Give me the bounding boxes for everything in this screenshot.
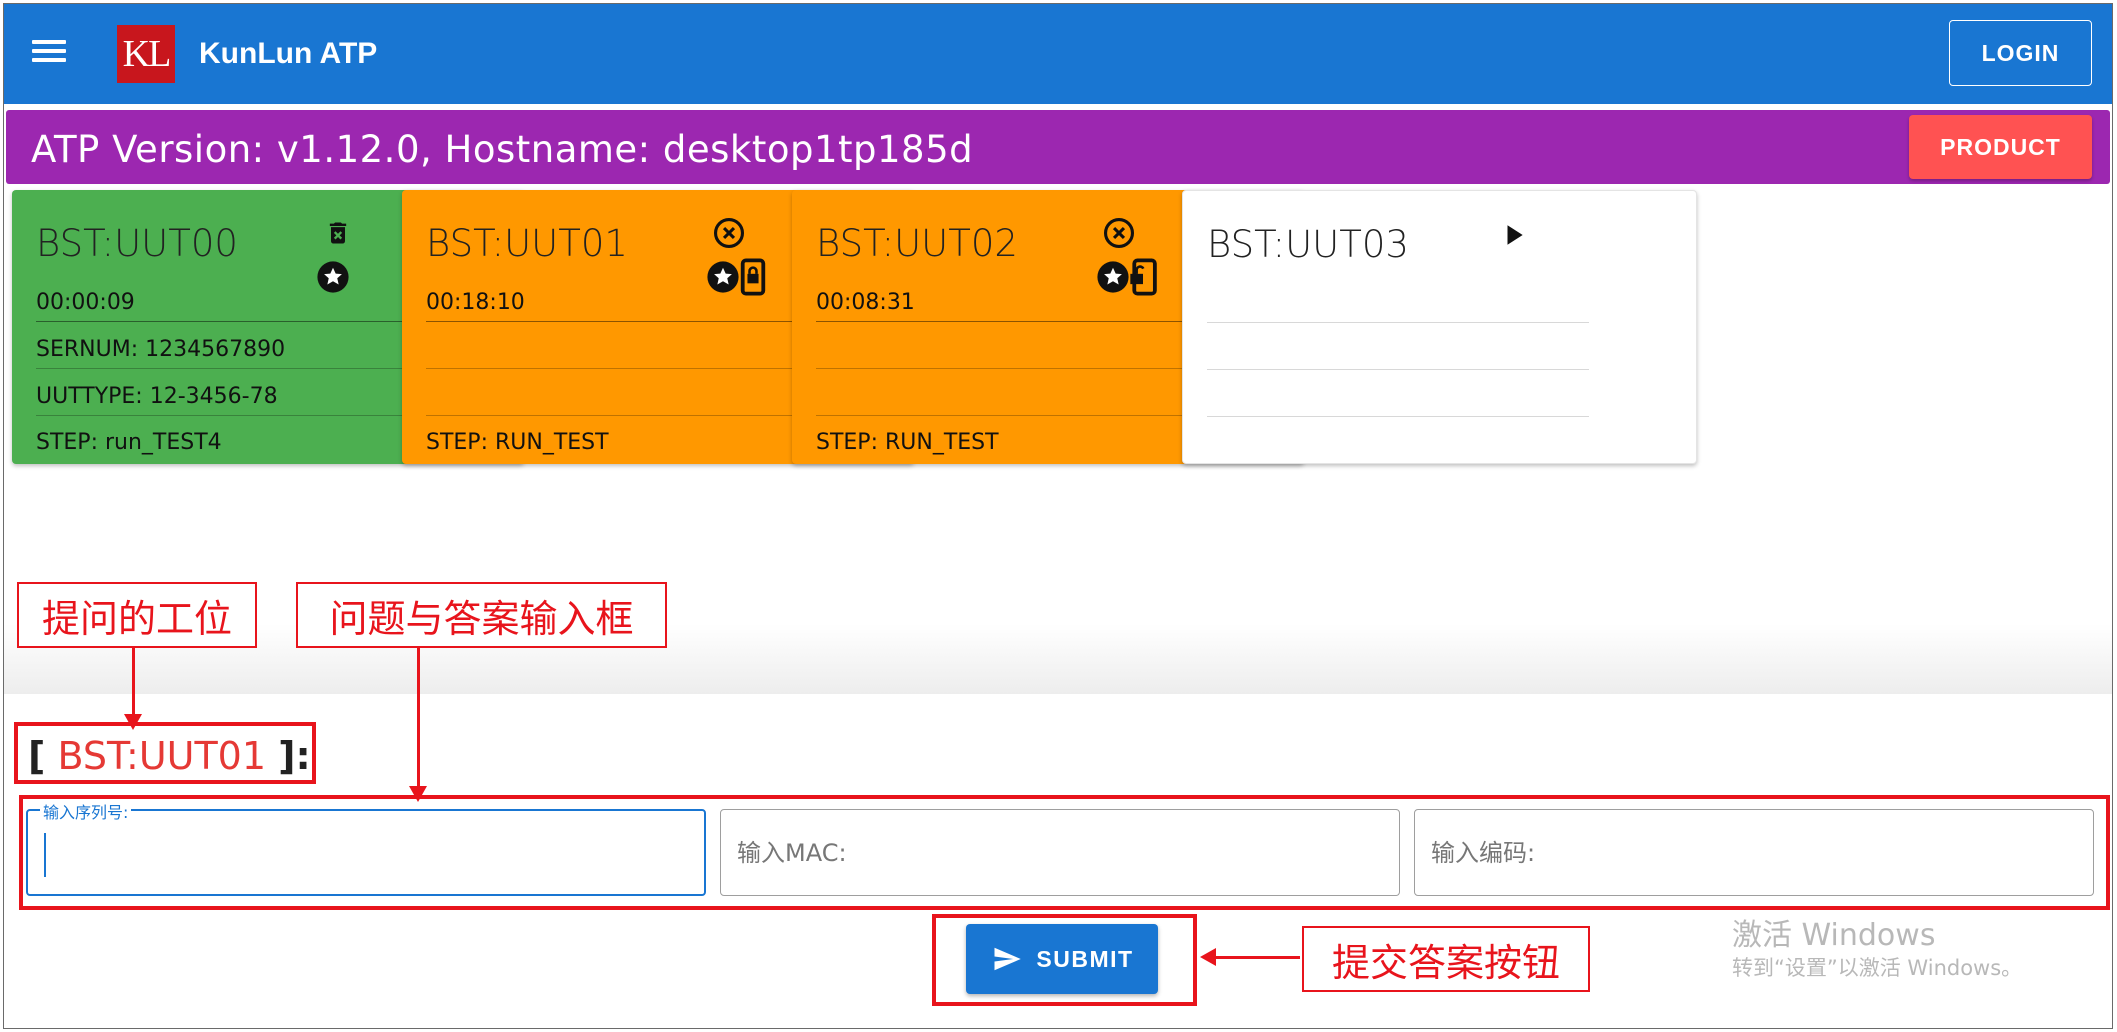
- station-step: STEP: run_TEST4: [36, 430, 222, 455]
- cancel-icon[interactable]: [1102, 216, 1136, 250]
- station-serial-number: SERNUM: 1234567890: [36, 328, 418, 369]
- play-icon[interactable]: [1501, 221, 1527, 249]
- cancel-icon[interactable]: [712, 216, 746, 250]
- station-serial-number: [1207, 329, 1589, 370]
- station-serial-number: [816, 328, 1198, 369]
- annotation-arrow: [124, 648, 142, 730]
- version-hostname-text: ATP Version: v1.12.0, Hostname: desktop1…: [31, 128, 974, 171]
- station-title: BST:UUT01: [426, 222, 628, 265]
- bracket-close: ]:: [278, 734, 311, 778]
- station-step: STEP: RUN_TEST: [426, 430, 609, 455]
- code-field[interactable]: [1414, 809, 2094, 896]
- app-title: KunLun ATP: [199, 37, 378, 70]
- bracket-open: [: [28, 734, 46, 778]
- mac-input[interactable]: [737, 828, 1377, 878]
- annotation-station: 提问的工位: [17, 582, 257, 648]
- annotation-arrow: [409, 648, 427, 802]
- version-bar: ATP Version: v1.12.0, Hostname: desktop1…: [6, 110, 2110, 184]
- question-station: BST:UUT01: [57, 734, 267, 778]
- station-elapsed-time: 00:08:31: [816, 281, 1198, 322]
- station-uut-type: [1207, 376, 1589, 417]
- station-elapsed-time: 00:18:10: [426, 281, 808, 322]
- activation-watermark-title: 激活 Windows: [1732, 918, 1936, 953]
- app-logo: KL: [117, 25, 175, 83]
- top-app-bar: KL KunLun ATP LOGIN: [4, 4, 2112, 104]
- app-window: KL KunLun ATP LOGIN ATP Version: v1.12.0…: [3, 3, 2113, 1029]
- code-input[interactable]: [1431, 828, 2071, 878]
- annotation-submit: 提交答案按钮: [1302, 926, 1590, 992]
- login-button[interactable]: LOGIN: [1949, 20, 2092, 86]
- submit-label: SUBMIT: [1036, 945, 1134, 972]
- station-elapsed-time: 00:00:09: [36, 281, 418, 322]
- serial-number-input[interactable]: [44, 829, 684, 879]
- station-title: BST:UUT02: [816, 222, 1018, 265]
- serial-number-field[interactable]: 输入序列号:: [26, 799, 706, 896]
- station-elapsed-time: [1207, 282, 1589, 323]
- submit-button[interactable]: SUBMIT: [966, 924, 1158, 994]
- annotation-input: 问题与答案输入框: [296, 582, 667, 648]
- station-step: STEP: RUN_TEST: [816, 430, 999, 455]
- station-uut-type: [426, 375, 808, 416]
- station-uut-type: UUTTYPE: 12-3456-78: [36, 375, 418, 416]
- product-button[interactable]: PRODUCT: [1909, 115, 2092, 179]
- station-uut-type: [816, 375, 1198, 416]
- question-station-label: [ BST:UUT01 ]:: [28, 734, 311, 778]
- station-serial-number: [426, 328, 808, 369]
- hamburger-menu-icon[interactable]: [32, 40, 66, 68]
- send-icon: [994, 947, 1022, 971]
- annotation-arrow: [1200, 948, 1300, 966]
- station-card-uut03[interactable]: BST:UUT03: [1182, 190, 1697, 464]
- mac-field[interactable]: [720, 809, 1400, 896]
- delete-icon[interactable]: [324, 216, 352, 250]
- station-title: BST:UUT03: [1207, 223, 1409, 266]
- serial-number-label: 输入序列号:: [40, 799, 132, 823]
- station-title: BST:UUT00: [36, 222, 238, 265]
- activation-watermark-text: 转到“设置”以激活 Windows。: [1732, 956, 2023, 980]
